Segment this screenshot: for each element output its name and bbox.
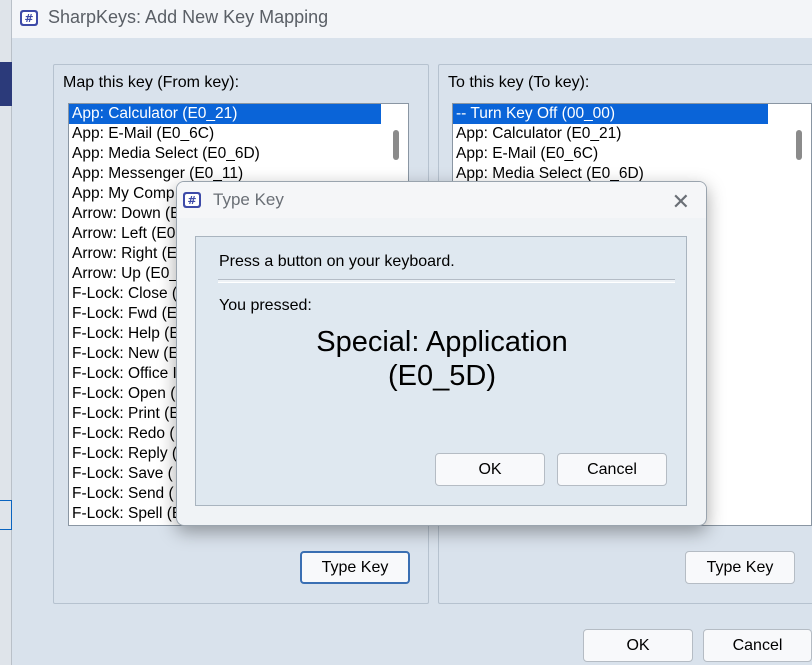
window-title: SharpKeys: Add New Key Mapping [48,7,329,27]
list-item[interactable]: App: Media Select (E0_6D) [69,144,408,164]
dialog-cancel-button[interactable]: Cancel [557,453,667,486]
pressed-key-name: Special: Application (E0_5D) [196,325,688,393]
dialog-ok-button[interactable]: OK [435,453,545,486]
from-type-key-button[interactable]: Type Key [300,551,410,584]
close-icon[interactable]: ✕ [672,189,690,215]
type-key-dialog: # Type Key ✕ Press a button on your keyb… [176,181,707,526]
to-type-key-button[interactable]: Type Key [685,551,795,584]
pressed-key-line1: Special: Application [316,326,568,358]
sharpkeys-app-icon: # [183,192,201,208]
svg-text:#: # [24,12,33,25]
dialog-title: Type Key [213,190,284,209]
list-item[interactable]: -- Turn Key Off (00_00) [453,104,768,124]
to-key-label: To this key (To key): [448,74,590,91]
background-window-fragment [0,500,12,530]
pressed-label: You pressed: [219,297,312,314]
to-list-scrollbar-thumb[interactable] [796,130,802,160]
ok-button[interactable]: OK [583,629,693,662]
dialog-title-bar: # Type Key ✕ [177,182,706,218]
list-item[interactable]: App: Calculator (E0_21) [453,124,811,144]
sharpkeys-app-icon: # [20,10,38,26]
dialog-body: Press a button on your keyboard. You pre… [195,236,687,506]
background-window [0,0,12,665]
list-item[interactable]: App: E-Mail (E0_6C) [453,144,811,164]
press-prompt: Press a button on your keyboard. [219,253,455,270]
svg-text:#: # [187,194,196,207]
progress-separator [218,279,675,283]
list-item[interactable]: App: E-Mail (E0_6C) [69,124,408,144]
from-list-scrollbar-thumb[interactable] [393,130,399,160]
pressed-key-line2: (E0_5D) [388,360,496,392]
cancel-button[interactable]: Cancel [703,629,812,662]
from-key-label: Map this key (From key): [63,74,240,91]
title-bar: # SharpKeys: Add New Key Mapping [12,0,812,38]
list-item[interactable]: App: Calculator (E0_21) [69,104,381,124]
background-window-bar [0,62,12,106]
